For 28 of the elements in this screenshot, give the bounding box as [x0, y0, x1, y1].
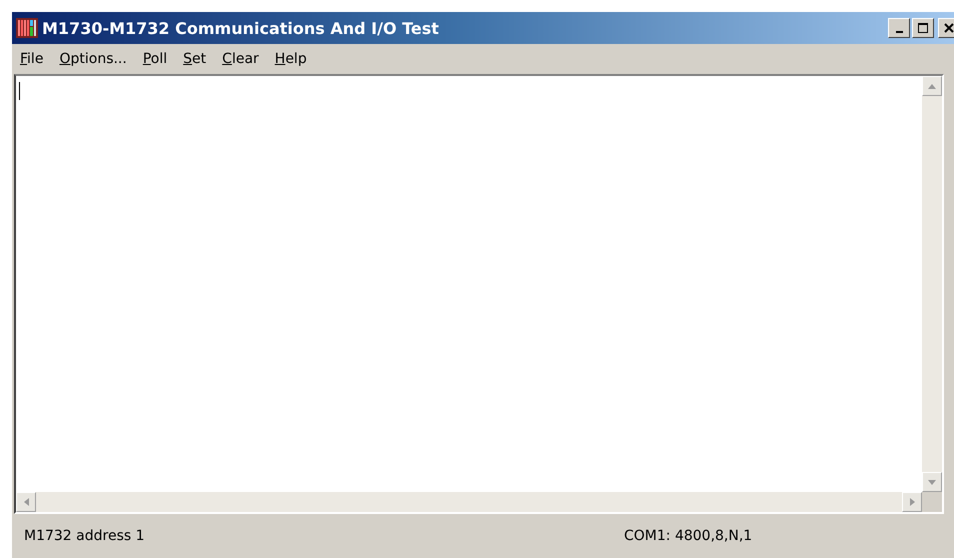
vertical-scrollbar[interactable]: [922, 76, 942, 492]
maximize-button[interactable]: [912, 18, 934, 38]
scroll-up-button[interactable]: [922, 76, 942, 96]
app-icon: [16, 18, 38, 38]
right-arrow-icon: [910, 498, 914, 506]
menu-item[interactable]: Set: [177, 49, 212, 69]
window-title: M1730-M1732 Communications And I/O Test: [42, 18, 439, 38]
down-arrow-icon: [928, 480, 936, 484]
minimize-button[interactable]: [888, 18, 910, 38]
menu-item[interactable]: Poll: [136, 49, 174, 69]
close-button[interactable]: [938, 18, 954, 38]
scroll-down-button[interactable]: [922, 472, 942, 492]
status-text: M1732 address 1: [23, 528, 146, 544]
menu-item[interactable]: Help: [268, 49, 313, 69]
maximize-icon: [918, 23, 928, 33]
text-cursor: [19, 82, 20, 100]
horizontal-scrollbar[interactable]: [16, 492, 922, 512]
menu-item[interactable]: Clear: [216, 49, 265, 69]
minimize-icon: [896, 31, 902, 33]
scroll-right-button[interactable]: [902, 492, 922, 512]
scrollbar-corner: [922, 492, 942, 512]
close-icon: [944, 23, 954, 33]
menu-item[interactable]: File: [14, 49, 50, 69]
scroll-left-button[interactable]: [16, 492, 36, 512]
status-text: COM1: 4800,8,N,1: [624, 528, 752, 544]
menu-item[interactable]: Options...: [53, 49, 133, 69]
up-arrow-icon: [928, 84, 936, 88]
left-arrow-icon: [24, 498, 28, 506]
